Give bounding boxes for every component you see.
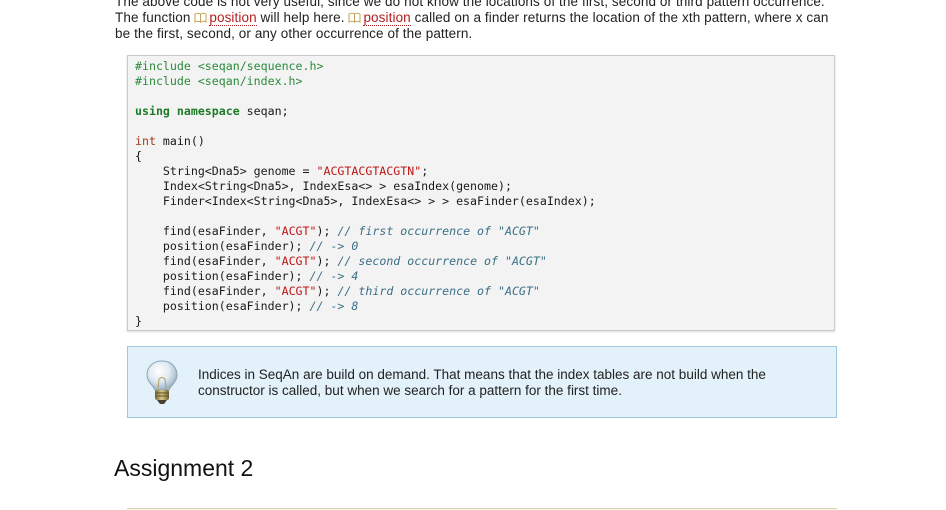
section-heading: Assignment 2	[114, 455, 254, 481]
position-link-2[interactable]: position	[363, 10, 411, 26]
code-include-2: #include <seqan/index.h>	[135, 74, 303, 88]
code-main-signature: main()	[155, 134, 205, 148]
code-using-keyword: using namespace	[135, 104, 240, 118]
code-comment: // third occurrence of "ACGT"	[337, 284, 540, 298]
code-string-literal: "ACGTACGTACGTN"	[316, 164, 422, 178]
code-using-namespace: seqan;	[239, 104, 289, 118]
code-comment: // second occurrence of "ACGT"	[337, 254, 547, 268]
intro-paragraph: The above code is not very useful, since…	[115, 0, 839, 42]
code-line-position-2: position(esaFinder);	[135, 269, 310, 283]
code-line-find-3: find(esaFinder,	[135, 284, 275, 298]
position-link-1[interactable]: position	[209, 10, 257, 26]
code-comment: // -> 0	[309, 239, 359, 253]
code-string-literal: "ACGT"	[274, 284, 317, 298]
code-open-brace: {	[135, 149, 142, 163]
code-line-finder: Finder<Index<String<Dna5>, IndexEsa<> > …	[135, 194, 596, 208]
code-line-position-1: position(esaFinder);	[135, 239, 310, 253]
info-note-box: Indices in SeqAn are build on demand. Th…	[127, 346, 837, 418]
code-int-keyword: int	[135, 134, 156, 148]
code-line-find-2-end: );	[316, 254, 338, 268]
code-line-genome-end: ;	[421, 164, 429, 178]
book-icon	[348, 11, 361, 23]
lightbulb-icon	[144, 359, 180, 407]
code-include-1: #include <seqan/sequence.h>	[135, 59, 324, 73]
code-listing: #include <seqan/sequence.h> #include <se…	[135, 59, 596, 329]
book-icon	[194, 11, 207, 23]
code-close-brace: }	[135, 314, 142, 328]
note-text: Indices in SeqAn are build on demand. Th…	[198, 367, 766, 398]
code-line-genome: String<Dna5> genome =	[135, 164, 317, 178]
code-line-find-1: find(esaFinder,	[135, 224, 275, 238]
code-line-find-1-end: );	[316, 224, 338, 238]
code-line-find-3-end: );	[316, 284, 338, 298]
intro-text-2: will help here.	[256, 10, 349, 25]
code-line-position-3: position(esaFinder);	[135, 299, 310, 313]
code-comment: // first occurrence of "ACGT"	[337, 224, 540, 238]
code-comment: // -> 8	[309, 299, 359, 313]
code-line-index: Index<String<Dna5>, IndexEsa<> > esaInde…	[135, 179, 512, 193]
code-block: #include <seqan/sequence.h> #include <se…	[127, 55, 835, 331]
code-line-find-2: find(esaFinder,	[135, 254, 275, 268]
code-string-literal: "ACGT"	[274, 224, 317, 238]
code-string-literal: "ACGT"	[274, 254, 317, 268]
code-comment: // -> 4	[309, 269, 359, 283]
